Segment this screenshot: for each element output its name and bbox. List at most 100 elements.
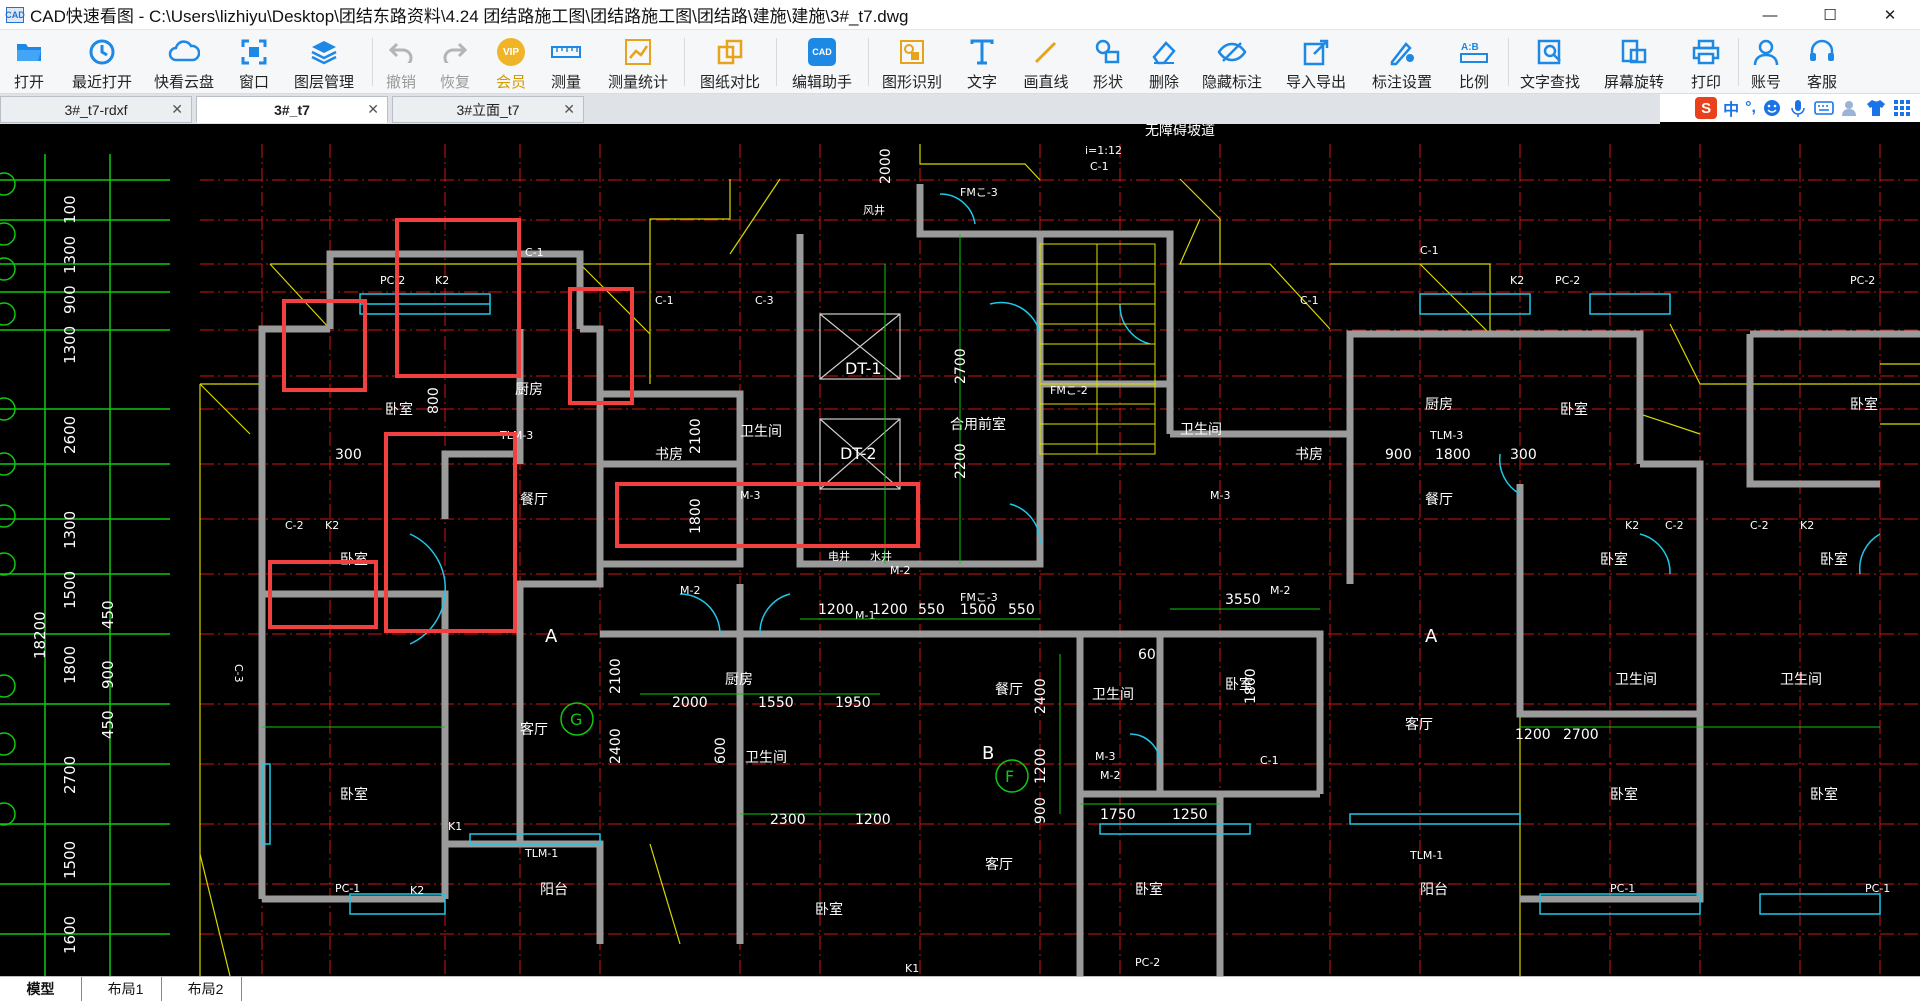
hide-mark-button[interactable]: 隐藏标注 bbox=[1196, 30, 1268, 94]
find-text-button[interactable]: 文字查找 bbox=[1514, 30, 1586, 94]
close-button[interactable]: ✕ bbox=[1860, 0, 1920, 30]
shape-recognize-button[interactable]: 图形识别 bbox=[876, 30, 948, 94]
recent-button[interactable]: 最近打开 bbox=[62, 30, 142, 94]
dim-label: 1200 bbox=[1033, 748, 1049, 784]
tag-label: C-3 bbox=[232, 664, 245, 683]
room-label: 厨房 bbox=[1425, 397, 1453, 413]
tab-3t7-rdxf[interactable]: 3#_t7-rdxf ✕ bbox=[0, 96, 192, 123]
window-button[interactable]: 窗口 bbox=[228, 30, 280, 94]
ruler-icon bbox=[550, 36, 582, 68]
find-text-icon bbox=[1534, 36, 1566, 68]
dim-label: 1600 bbox=[61, 916, 79, 954]
edit-helper-button[interactable]: CAD 编辑助手 bbox=[786, 30, 858, 94]
measure-stats-button[interactable]: 测量统计 bbox=[602, 30, 674, 94]
undo-button[interactable]: 撤销 bbox=[380, 30, 422, 94]
tab-model[interactable]: 模型 bbox=[0, 977, 82, 1001]
measure-button[interactable]: 测量 bbox=[544, 30, 588, 94]
tag-label: PC-1 bbox=[335, 882, 360, 895]
sogou-logo-icon[interactable]: S bbox=[1695, 97, 1718, 119]
markup-rect-window bbox=[282, 299, 367, 392]
room-label: 卫生间 bbox=[1092, 687, 1134, 703]
room-label: 书房 bbox=[655, 447, 683, 463]
print-button[interactable]: 打印 bbox=[1684, 30, 1728, 94]
text-button[interactable]: 文字 bbox=[960, 30, 1004, 94]
microphone-icon[interactable] bbox=[1788, 99, 1808, 117]
axis-bubble-label: F bbox=[1005, 767, 1014, 786]
room-label: 卫生间 bbox=[740, 424, 782, 440]
ime-toolbar: S 中 °, bbox=[1660, 94, 1920, 122]
left-axis-bubbles bbox=[0, 172, 16, 826]
room-label: 卧室 bbox=[1135, 881, 1163, 898]
rotate-screen-button[interactable]: 屏幕旋转 bbox=[1598, 30, 1670, 94]
redo-button[interactable]: 恢复 bbox=[434, 30, 476, 94]
tag-label: K2 bbox=[435, 274, 449, 287]
tag-label: C-2 bbox=[1665, 519, 1684, 532]
redo-icon bbox=[439, 36, 471, 68]
tab-layout1[interactable]: 布局1 bbox=[90, 977, 162, 1001]
axis-grid bbox=[200, 144, 1920, 976]
delete-button[interactable]: 删除 bbox=[1142, 30, 1186, 94]
room-label: 餐厅 bbox=[520, 492, 548, 508]
dim-label: 1750 bbox=[1100, 807, 1136, 823]
undo-icon bbox=[385, 36, 417, 68]
ime-punct[interactable]: °, bbox=[1745, 99, 1756, 117]
dim-label: 300 bbox=[335, 447, 362, 463]
keyboard-icon[interactable] bbox=[1814, 99, 1834, 117]
dim-label: 2700 bbox=[1563, 727, 1599, 743]
dim-label: 2000 bbox=[878, 148, 894, 184]
service-button[interactable]: 客服 bbox=[1800, 30, 1844, 94]
folder-open-icon bbox=[13, 36, 45, 68]
account-button[interactable]: 账号 bbox=[1744, 30, 1788, 94]
tab-close-icon[interactable]: ✕ bbox=[563, 101, 575, 118]
minimize-button[interactable]: — bbox=[1740, 0, 1800, 30]
tab-close-icon[interactable]: ✕ bbox=[171, 101, 183, 118]
mark-settings-button[interactable]: 标注设置 bbox=[1366, 30, 1438, 94]
tag-label: FMこ-3 bbox=[960, 186, 998, 199]
dim-label: 450 bbox=[99, 600, 117, 629]
line-button[interactable]: 画直线 bbox=[1016, 30, 1076, 94]
tab-close-icon[interactable]: ✕ bbox=[367, 101, 379, 118]
stair bbox=[1039, 243, 1156, 455]
tab-layout2[interactable]: 布局2 bbox=[170, 977, 242, 1001]
room-label: 阳台 bbox=[1420, 882, 1448, 898]
open-button[interactable]: 打开 bbox=[6, 30, 52, 94]
axis-letter: A bbox=[1425, 626, 1438, 647]
room-label: 卧室 bbox=[340, 786, 368, 803]
floor-plan-drawing[interactable]: 100 1300 900 1300 2600 1300 1500 450 182… bbox=[0, 124, 1920, 976]
room-label: 书房 bbox=[1295, 447, 1323, 463]
tag-label: C-2 bbox=[285, 519, 304, 532]
dim-label: 550 bbox=[1008, 602, 1035, 618]
emoji-icon[interactable] bbox=[1762, 99, 1782, 117]
rotate-screen-icon bbox=[1618, 36, 1650, 68]
import-export-button[interactable]: 导入导出 bbox=[1280, 30, 1352, 94]
layers-button[interactable]: 图层管理 bbox=[288, 30, 360, 94]
room-label: 客厅 bbox=[1405, 716, 1433, 733]
user-icon bbox=[1750, 36, 1782, 68]
vip-button[interactable]: VIP 会员 bbox=[490, 30, 532, 94]
markup-rect-m1 bbox=[615, 482, 920, 548]
tab-3-elevation[interactable]: 3#立面_t7 ✕ bbox=[392, 96, 584, 123]
user-voice-icon[interactable] bbox=[1840, 99, 1860, 117]
tag-label: M-2 bbox=[680, 584, 700, 597]
tab-3t7[interactable]: 3#_t7 ✕ bbox=[196, 96, 388, 123]
layers-icon bbox=[308, 36, 340, 68]
measure-stats-icon bbox=[622, 36, 654, 68]
tag-label: PC-1 bbox=[1865, 882, 1890, 895]
compare-button[interactable]: 图纸对比 bbox=[694, 30, 766, 94]
ime-mode[interactable]: 中 bbox=[1723, 96, 1739, 120]
grid-menu-icon[interactable] bbox=[1892, 99, 1912, 117]
tag-label: DT-1 bbox=[845, 359, 882, 378]
drawing-canvas[interactable]: 100 1300 900 1300 2600 1300 1500 450 182… bbox=[0, 124, 1920, 976]
room-label: 水井 bbox=[870, 549, 892, 563]
scale-button[interactable]: A:B 比例 bbox=[1452, 30, 1496, 94]
maximize-button[interactable]: ☐ bbox=[1800, 0, 1860, 30]
room-label: 合用前室 bbox=[950, 416, 1006, 433]
cloud-icon bbox=[168, 36, 200, 68]
shirt-skin-icon[interactable] bbox=[1866, 99, 1886, 117]
tag-label: M-2 bbox=[1100, 769, 1120, 782]
cloud-button[interactable]: 快看云盘 bbox=[148, 30, 220, 94]
dim-label: 2400 bbox=[608, 728, 624, 764]
dim-label: 550 bbox=[918, 602, 945, 618]
walls bbox=[258, 184, 1920, 976]
shape-button[interactable]: 形状 bbox=[1086, 30, 1130, 94]
